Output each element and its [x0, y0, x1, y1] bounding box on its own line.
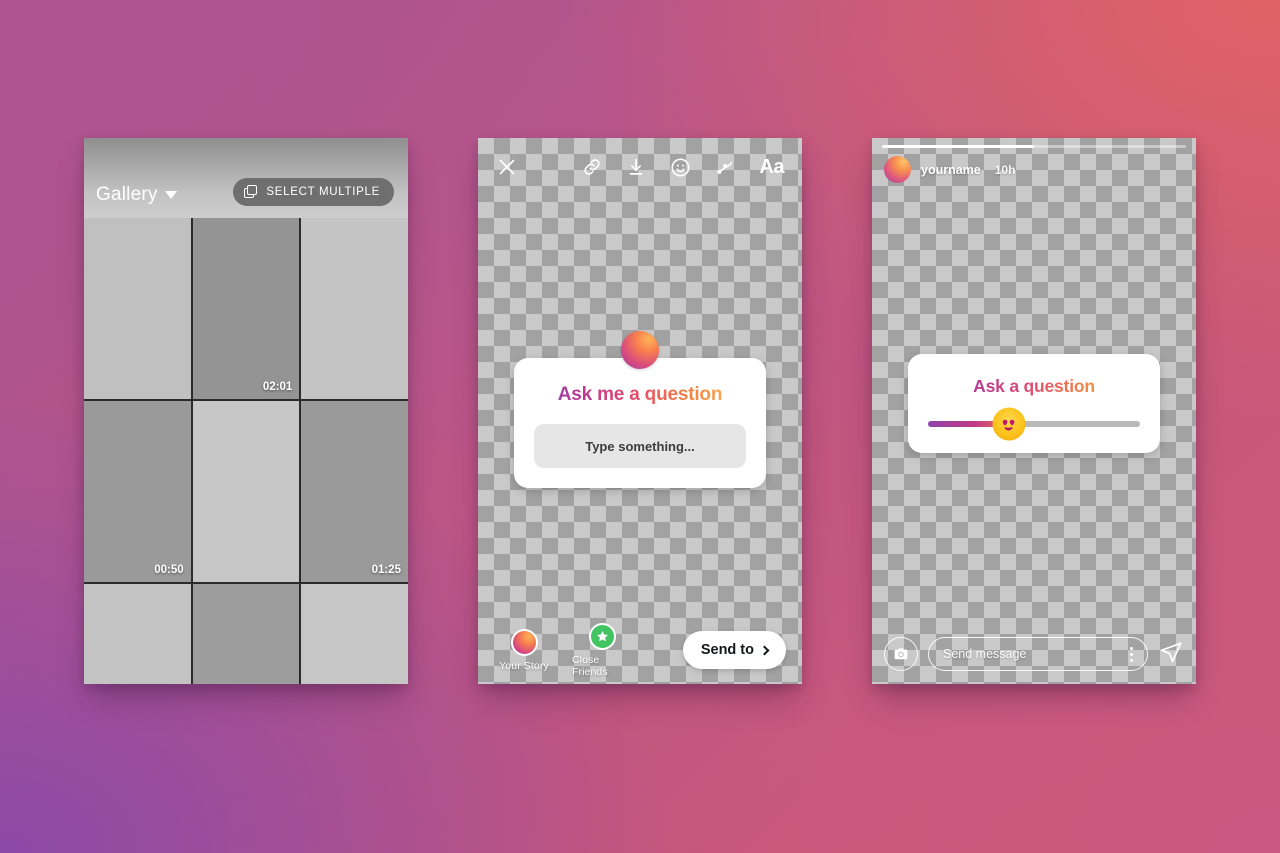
- draw-icon[interactable]: [714, 156, 737, 179]
- camera-icon[interactable]: [884, 637, 918, 671]
- link-icon[interactable]: [581, 156, 603, 178]
- send-message-input[interactable]: Send message: [928, 637, 1148, 671]
- phone-gallery-screen: Gallery SELECT MULTIPLE 02:01 00:50 01:25: [84, 138, 408, 684]
- story-username[interactable]: yourname: [921, 163, 981, 177]
- audience-close-friends-label: Close Friends: [572, 653, 608, 678]
- profile-avatar[interactable]: [884, 156, 911, 183]
- send-message-placeholder: Send message: [943, 647, 1027, 661]
- copy-layers-icon: [244, 185, 258, 199]
- profile-avatar: [621, 331, 659, 369]
- gallery-thumbnail[interactable]: [301, 584, 408, 684]
- heart-eyes-emoji[interactable]: [992, 407, 1026, 441]
- download-icon[interactable]: [625, 156, 647, 178]
- text-icon[interactable]: Aa: [759, 156, 784, 179]
- select-multiple-button[interactable]: SELECT MULTIPLE: [233, 178, 394, 206]
- gallery-thumbnail[interactable]: [301, 218, 408, 399]
- gallery-thumbnail[interactable]: [84, 584, 191, 684]
- audience-close-friends[interactable]: Close Friends: [572, 622, 632, 678]
- chevron-down-icon: [164, 191, 177, 199]
- send-to-label: Send to: [700, 642, 754, 658]
- question-sticker[interactable]: Ask me a question Type something...: [514, 331, 766, 488]
- gallery-grid: 02:01 00:50 01:25: [84, 218, 408, 684]
- gallery-title-label: Gallery: [96, 184, 158, 205]
- phone-story-viewer-screen: yourname 10h Ask a question Send message: [872, 138, 1196, 684]
- story-reply-bar: Send message: [872, 624, 1196, 684]
- question-sticker-title: Ask me a question: [534, 384, 746, 406]
- gallery-thumbnail[interactable]: [192, 584, 300, 684]
- audience-your-story[interactable]: Your Story: [494, 628, 554, 672]
- sticker-icon[interactable]: [669, 156, 692, 179]
- close-friends-star-icon: [588, 622, 616, 650]
- question-sticker-input[interactable]: Type something...: [534, 424, 746, 468]
- close-icon[interactable]: [496, 156, 518, 178]
- gallery-thumbnail[interactable]: 00:50: [84, 401, 191, 582]
- thumbnail-duration-label: 00:50: [154, 564, 184, 576]
- emoji-slider-sticker[interactable]: Ask a question: [908, 354, 1160, 453]
- editor-share-bar: Your Story Close Friends Send to: [478, 616, 802, 684]
- your-story-avatar-icon: [510, 628, 538, 656]
- editor-toolbar: Aa: [478, 138, 802, 196]
- gallery-thumbnail[interactable]: [192, 401, 300, 582]
- send-to-button[interactable]: Send to: [682, 631, 786, 669]
- emoji-slider-track[interactable]: [928, 407, 1140, 441]
- emoji-slider-title: Ask a question: [928, 376, 1140, 397]
- story-timestamp: 10h: [994, 162, 1016, 177]
- story-author-row: yourname 10h: [884, 156, 1184, 183]
- select-multiple-label: SELECT MULTIPLE: [266, 186, 380, 198]
- story-progress-fill: [882, 145, 1034, 148]
- chevron-right-icon: [759, 645, 770, 655]
- paper-plane-icon[interactable]: [1158, 639, 1184, 670]
- gallery-thumbnail[interactable]: 02:01: [192, 218, 300, 399]
- kebab-menu-icon[interactable]: [1130, 646, 1133, 662]
- gallery-source-selector[interactable]: Gallery: [96, 184, 177, 206]
- audience-your-story-label: Your Story: [499, 659, 549, 672]
- thumbnail-duration-label: 02:01: [262, 381, 293, 393]
- gallery-thumbnail[interactable]: 01:25: [301, 401, 408, 582]
- story-progress-bar: [882, 145, 1186, 148]
- gallery-thumbnail[interactable]: [84, 218, 191, 399]
- story-progress-track: [882, 145, 1186, 148]
- gallery-header: Gallery SELECT MULTIPLE: [84, 138, 408, 218]
- phone-story-editor-screen: Aa Ask me a question Type something... Y…: [478, 138, 802, 684]
- thumbnail-duration-label: 01:25: [371, 564, 401, 576]
